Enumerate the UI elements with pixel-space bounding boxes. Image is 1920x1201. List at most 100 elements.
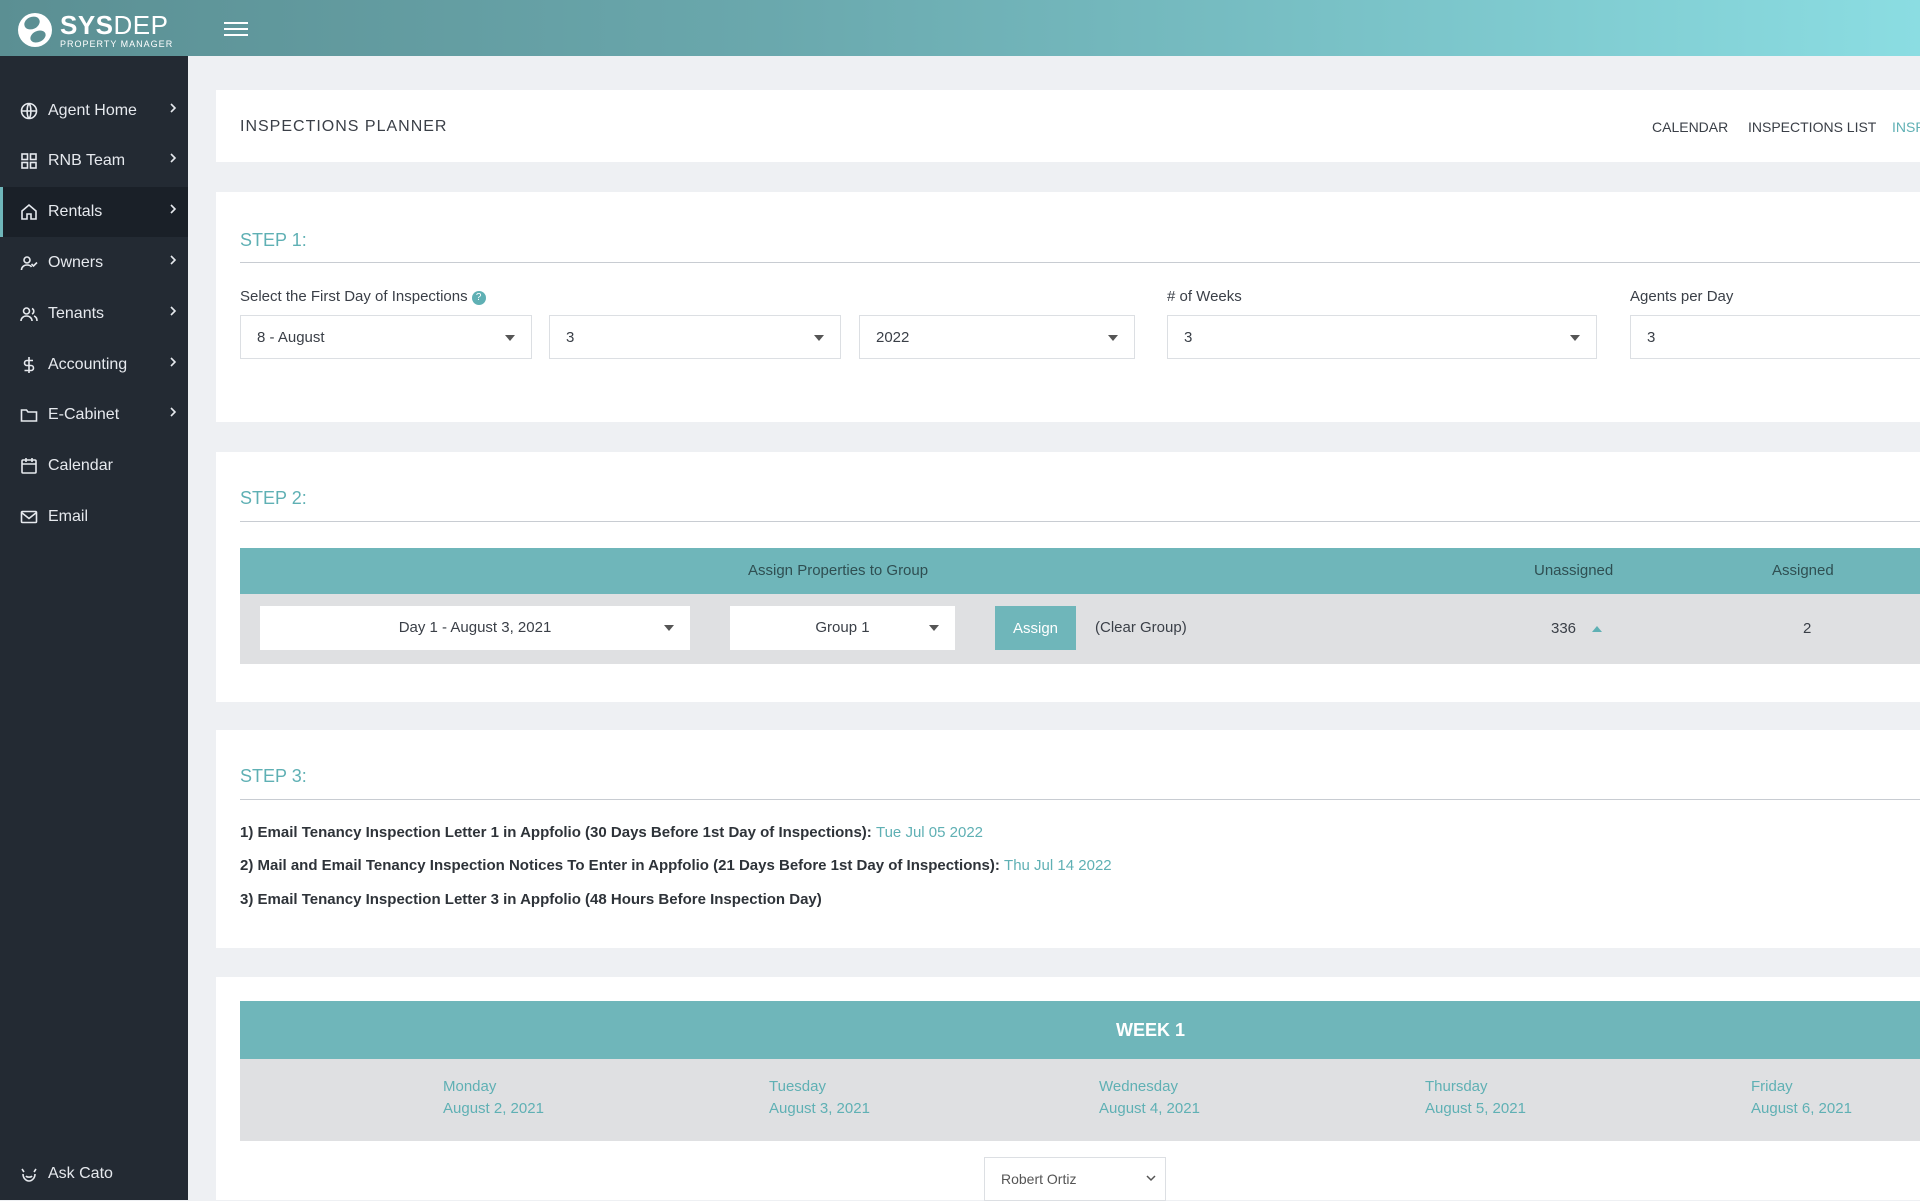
agent-select[interactable]: Robert Ortiz xyxy=(984,1157,1166,1201)
chevron-right-icon xyxy=(170,255,177,265)
sidebar-item-label: RNB Team xyxy=(48,152,126,169)
sidebar-item-label: Email xyxy=(48,508,89,525)
caret-down-icon xyxy=(1108,335,1118,341)
step3-line: 1) Email Tenancy Inspection Letter 1 in … xyxy=(240,824,984,841)
first-day-label: Select the First Day of Inspections? xyxy=(240,288,486,305)
assigned-count: 2 xyxy=(1803,620,1812,637)
weeks-select[interactable]: 3 xyxy=(1167,315,1597,359)
assign-table-header: Assign Properties to Group Unassigned As… xyxy=(240,548,1920,594)
help-icon[interactable]: ? xyxy=(471,291,486,305)
day-group-select[interactable]: Day 1 - August 3, 2021 xyxy=(260,606,690,650)
month-select[interactable]: 8 - August xyxy=(240,315,532,359)
caret-down-icon xyxy=(505,335,515,341)
agents-per-day-label: Agents per Day xyxy=(1630,288,1734,305)
tab-insp[interactable]: INSP xyxy=(1892,119,1920,135)
logo-name: SYSDEP xyxy=(60,9,169,40)
chevron-right-icon xyxy=(170,306,177,316)
sidebar-item-email[interactable]: Email xyxy=(0,492,188,542)
step1-title: STEP 1: xyxy=(240,230,307,250)
top-bar: SYSDEP PROPERTY MANAGER xyxy=(0,0,1920,56)
step3-line: 3) Email Tenancy Inspection Letter 3 in … xyxy=(240,891,822,908)
chevron-down-icon xyxy=(1146,1175,1156,1182)
divider xyxy=(240,521,1920,522)
unassigned-count: 336 xyxy=(1551,620,1577,637)
sidebar-item-label: Rentals xyxy=(48,203,103,220)
home-icon xyxy=(21,203,37,220)
day-column-thursday: Thursday August 5, 2021 xyxy=(1425,1078,1526,1117)
users-icon xyxy=(20,307,38,322)
sidebar-item-rnb-team[interactable]: RNB Team xyxy=(0,136,188,186)
sidebar-item-label: E-Cabinet xyxy=(48,406,120,423)
chevron-right-icon xyxy=(170,204,177,214)
year-select[interactable]: 2022 xyxy=(859,315,1135,359)
sidebar-item-rentals[interactable]: Rentals xyxy=(0,187,188,237)
caret-down-icon xyxy=(929,625,939,631)
day-column-wednesday: Wednesday August 4, 2021 xyxy=(1099,1078,1200,1117)
page-title: INSPECTIONS PLANNER xyxy=(240,118,448,135)
assign-table-row: Day 1 - August 3, 2021 Group 1 Assign (C… xyxy=(240,594,1920,664)
sidebar-item-calendar[interactable]: Calendar xyxy=(0,441,188,491)
day-select[interactable]: 3 xyxy=(549,315,841,359)
col-assigned-header: Assigned xyxy=(1772,562,1834,579)
col-unassigned-header: Unassigned xyxy=(1534,562,1614,579)
day-column-friday: Friday August 6, 2021 xyxy=(1751,1078,1852,1117)
col-assign-header: Assign Properties to Group xyxy=(748,562,929,579)
step1-card: STEP 1: Select the First Day of Inspecti… xyxy=(216,192,1920,422)
group-select[interactable]: Group 1 xyxy=(730,606,955,650)
sort-up-icon[interactable] xyxy=(1592,626,1602,632)
step3-line: 2) Mail and Email Tenancy Inspection Not… xyxy=(240,857,1112,874)
caret-down-icon xyxy=(1570,335,1580,341)
step2-title: STEP 2: xyxy=(240,488,307,508)
day-column-tuesday: Tuesday August 3, 2021 xyxy=(769,1078,870,1117)
agents-per-day-input[interactable]: 3 xyxy=(1630,315,1920,359)
caret-down-icon xyxy=(814,335,824,341)
sidebar-item-tenants[interactable]: Tenants xyxy=(0,289,188,339)
week-card: WEEK 1 Monday August 2, 2021 Tuesday Augus… xyxy=(216,977,1920,1201)
chevron-right-icon xyxy=(170,407,177,417)
ask-cato-label: Ask Cato xyxy=(48,1165,113,1182)
sidebar-item-label: Accounting xyxy=(48,356,128,373)
logo-mark-icon xyxy=(18,13,52,47)
step3-date: Tue Jul 05 2022 xyxy=(875,824,984,841)
ask-cato-button[interactable]: Ask Cato xyxy=(0,1154,188,1194)
sidebar-item-agent-home[interactable]: Agent Home xyxy=(0,86,188,136)
assign-button[interactable]: Assign xyxy=(995,606,1076,650)
caret-down-icon xyxy=(664,625,674,631)
page-header: INSPECTIONS PLANNER CALENDAR INSPECTIONS… xyxy=(216,90,1920,162)
sidebar-item-e-cabinet[interactable]: E-Cabinet xyxy=(0,390,188,440)
sidebar-item-label: Owners xyxy=(48,254,104,271)
sidebar-item-label: Calendar xyxy=(48,457,113,474)
grid-icon xyxy=(21,153,37,169)
step3-title: STEP 3: xyxy=(240,766,307,786)
week-title: WEEK 1 xyxy=(1116,1020,1186,1040)
logo[interactable]: SYSDEP PROPERTY MANAGER xyxy=(18,12,173,48)
clear-group-link[interactable]: (Clear Group) xyxy=(1095,619,1187,636)
user-check-icon xyxy=(20,256,38,271)
divider xyxy=(240,799,1920,800)
step2-card: STEP 2: Assign Properties to Group Unass… xyxy=(216,452,1920,702)
chevron-right-icon xyxy=(170,103,177,113)
weeks-label: # of Weeks xyxy=(1167,288,1242,305)
sidebar: Agent Home RNB Team Rentals Owners Tenan… xyxy=(0,56,188,1200)
step3-card: STEP 3: 1) Email Tenancy Inspection Lett… xyxy=(216,730,1920,948)
dollar-icon xyxy=(23,357,35,373)
sidebar-item-label: Tenants xyxy=(48,305,105,322)
menu-toggle-icon[interactable] xyxy=(224,18,248,38)
week-header: WEEK 1 xyxy=(240,1001,1920,1059)
step3-date: Thu Jul 14 2022 xyxy=(1004,857,1112,874)
week-days-row: Monday August 2, 2021 Tuesday August 3, 20… xyxy=(240,1059,1920,1141)
cat-icon xyxy=(21,1168,37,1182)
chevron-right-icon xyxy=(170,357,177,367)
folder-icon xyxy=(20,409,38,422)
mail-icon xyxy=(20,510,38,524)
sidebar-item-accounting[interactable]: Accounting xyxy=(0,340,188,390)
logo-subtitle: PROPERTY MANAGER xyxy=(60,38,174,49)
sidebar-item-owners[interactable]: Owners xyxy=(0,238,188,288)
tab-inspections-list[interactable]: INSPECTIONS LIST xyxy=(1748,119,1876,135)
day-column-monday: Monday August 2, 2021 xyxy=(443,1078,544,1117)
chevron-right-icon xyxy=(170,153,177,163)
divider xyxy=(240,262,1920,263)
tab-calendar[interactable]: CALENDAR xyxy=(1652,119,1728,135)
calendar-icon xyxy=(21,458,37,474)
sidebar-item-label: Agent Home xyxy=(48,102,137,119)
